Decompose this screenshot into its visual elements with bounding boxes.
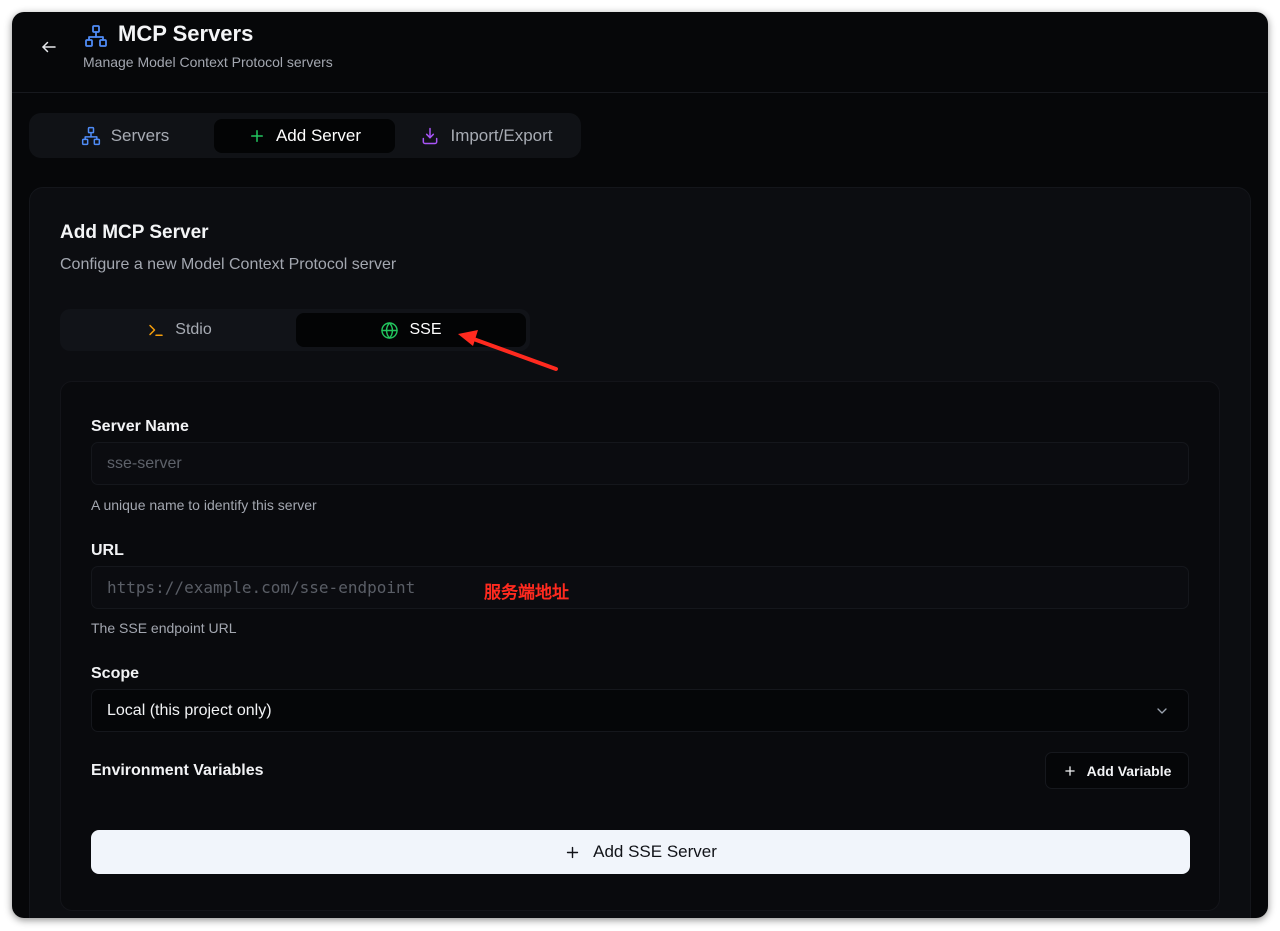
server-name-label: Server Name xyxy=(91,418,189,435)
page-header: MCP Servers Manage Model Context Protoco… xyxy=(12,12,1268,93)
page-subtitle: Manage Model Context Protocol servers xyxy=(83,54,333,70)
page-title: MCP Servers xyxy=(118,21,254,46)
tab-label: Import/Export xyxy=(450,126,553,145)
network-icon xyxy=(85,25,107,47)
plus-icon xyxy=(250,130,263,142)
scope-value: Local (this project only) xyxy=(107,701,272,719)
tab-sse[interactable]: SSE xyxy=(296,313,526,347)
url-label: URL xyxy=(91,542,124,559)
plus-icon xyxy=(566,846,579,858)
env-vars-label: Environment Variables xyxy=(91,762,264,779)
download-icon xyxy=(423,127,438,145)
add-variable-label: Add Variable xyxy=(1086,762,1172,779)
server-name-hint: A unique name to identify this server xyxy=(91,497,317,513)
server-name-placeholder: sse-server xyxy=(107,454,182,472)
globe-icon xyxy=(381,321,399,339)
tab-label: Add Server xyxy=(275,126,362,145)
transport-tabs: Stdio SSE xyxy=(60,309,530,351)
network-icon xyxy=(81,126,100,146)
tab-label: Stdio xyxy=(175,321,212,338)
annotation-label: 服务端地址 xyxy=(484,583,569,603)
url-hint: The SSE endpoint URL xyxy=(91,620,237,636)
arrow-left-icon xyxy=(42,41,56,53)
plus-icon xyxy=(1064,765,1075,776)
sse-form: Server Name sse-server A unique name to … xyxy=(60,381,1220,911)
tab-add-server[interactable]: Add Server xyxy=(214,119,395,153)
tab-servers[interactable]: Servers xyxy=(35,119,215,153)
main-tabs: Servers Add Server Import/Export xyxy=(29,113,581,158)
terminal-icon xyxy=(149,324,164,336)
tab-label: Servers xyxy=(110,126,170,145)
tab-import-export[interactable]: Import/Export xyxy=(399,119,574,153)
app-window: MCP Servers Manage Model Context Protoco… xyxy=(12,12,1268,918)
url-placeholder: https://example.com/sse-endpoint xyxy=(107,578,416,597)
scope-label: Scope xyxy=(91,665,140,682)
scope-select[interactable]: Local (this project only) xyxy=(91,689,1189,732)
add-server-card: Add MCP Server Configure a new Model Con… xyxy=(29,187,1251,918)
card-description: Configure a new Model Context Protocol s… xyxy=(60,256,397,273)
add-variable-button[interactable]: Add Variable xyxy=(1045,752,1189,789)
add-sse-server-button[interactable]: Add SSE Server xyxy=(91,830,1190,874)
add-sse-server-label: Add SSE Server xyxy=(593,842,717,861)
tab-stdio[interactable]: Stdio xyxy=(64,313,295,347)
card-title: Add MCP Server xyxy=(60,222,209,243)
server-name-input[interactable]: sse-server xyxy=(91,442,1189,485)
back-button[interactable] xyxy=(38,36,60,58)
url-input[interactable]: https://example.com/sse-endpoint xyxy=(91,566,1189,609)
tab-label: SSE xyxy=(409,321,442,338)
chevron-down-icon xyxy=(1157,708,1167,714)
